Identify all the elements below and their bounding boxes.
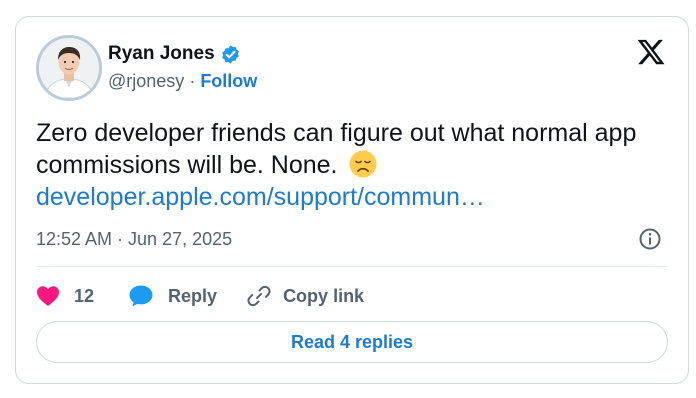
reply-label: Reply — [168, 285, 218, 306]
copy-link-button[interactable]: Copy link — [247, 284, 364, 308]
read-replies-button[interactable]: Read 4 replies — [36, 321, 668, 363]
link-icon — [247, 284, 271, 308]
avatar[interactable] — [36, 35, 102, 101]
heart-icon — [36, 285, 60, 307]
profile-photo — [39, 38, 99, 98]
tweet-timestamp[interactable]: 12:52 AM · Jun 27, 2025 — [36, 229, 232, 250]
tweet-text-content: Zero developer friends can figure out wh… — [36, 119, 637, 179]
verified-badge-icon — [220, 44, 241, 65]
info-icon[interactable] — [638, 227, 662, 251]
like-count: 12 — [74, 285, 95, 306]
x-logo-icon[interactable] — [636, 37, 666, 67]
separator-dot: · — [189, 71, 196, 91]
author-name[interactable]: Ryan Jones — [108, 43, 215, 65]
follow-link[interactable]: Follow — [200, 71, 257, 92]
tweet-card: Ryan Jones @rjonesy · Follow Zero develo… — [15, 16, 689, 384]
copy-link-label: Copy link — [283, 285, 365, 306]
divider — [36, 266, 668, 267]
author-handle[interactable]: @rjonesy — [108, 71, 184, 92]
reply-button[interactable]: Reply — [128, 284, 217, 308]
author-block: Ryan Jones @rjonesy · Follow — [108, 41, 257, 92]
name-row: Ryan Jones — [108, 41, 257, 67]
handle-row: @rjonesy · Follow — [108, 71, 257, 92]
action-bar: 12 Reply Copy link — [36, 281, 364, 311]
tweet-link[interactable]: developer.apple.com/support/commun… — [36, 183, 485, 211]
like-button[interactable]: 12 — [36, 285, 94, 307]
tweet-text: Zero developer friends can figure out wh… — [36, 117, 666, 213]
disappointed-face-emoji-icon — [348, 149, 378, 179]
speech-bubble-icon — [128, 284, 154, 308]
